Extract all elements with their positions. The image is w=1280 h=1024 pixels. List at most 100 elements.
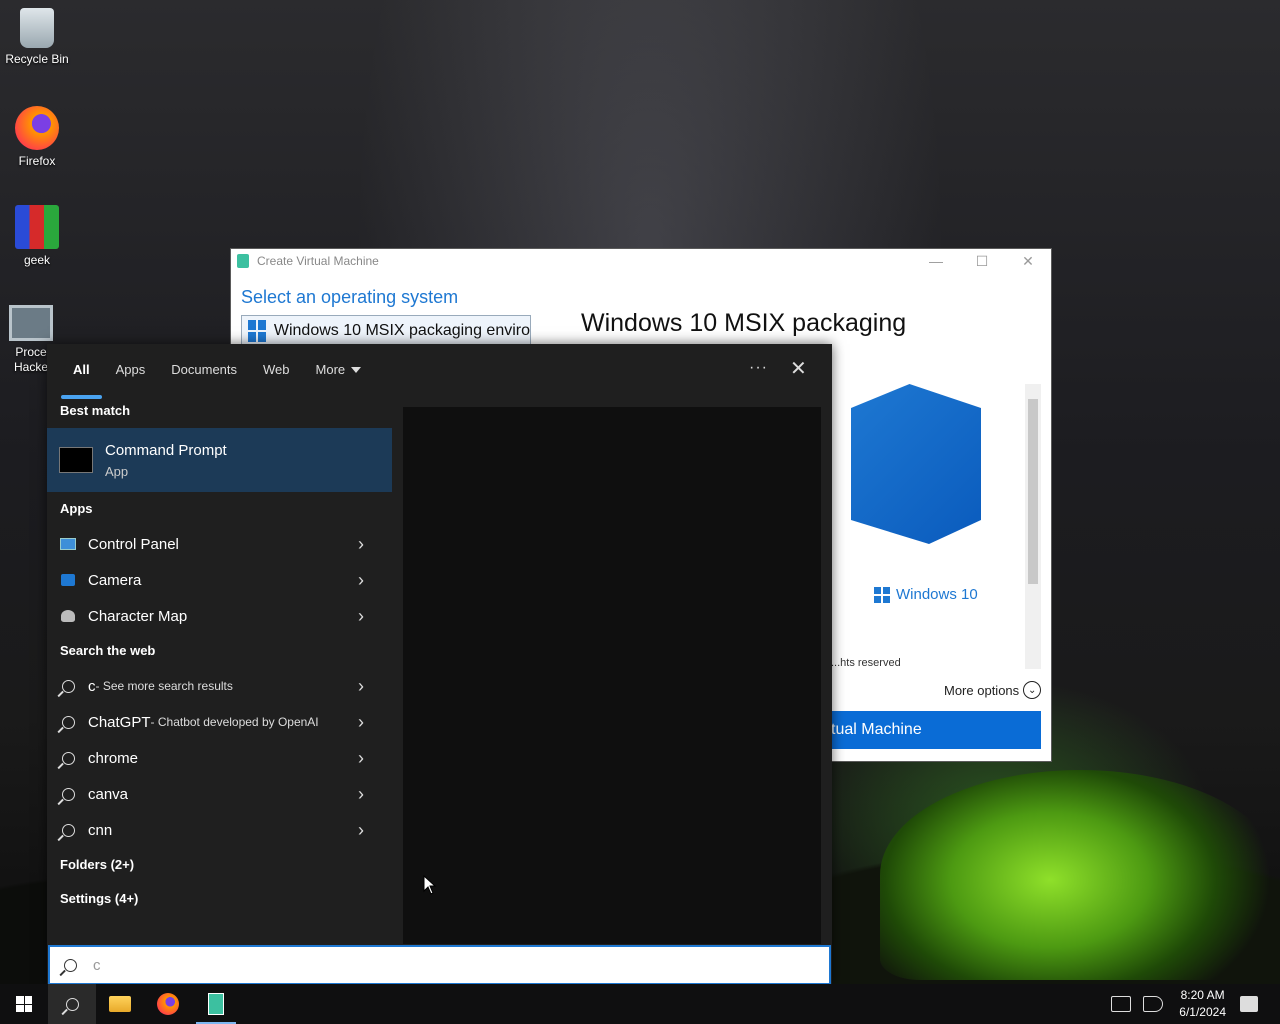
clock[interactable]: 8:20 AM 6/1/2024 (1179, 987, 1226, 1021)
tab-all[interactable]: All (61, 362, 101, 399)
hyperv-icon (237, 254, 249, 268)
control-panel-icon (60, 536, 76, 552)
folders-header[interactable]: Folders (2+) (47, 848, 392, 882)
desktop-icon-recycle-bin[interactable]: Recycle Bin (0, 8, 74, 66)
windows-logo-icon (874, 586, 890, 603)
search-tabs: All Apps Documents Web More ··· ✕ (47, 344, 832, 399)
taskbar-search-button[interactable] (48, 984, 96, 1024)
recycle-bin-icon (20, 8, 54, 48)
firefox-icon (157, 993, 179, 1015)
search-icon (60, 822, 76, 838)
search-icon (60, 714, 76, 730)
more-options-label: More options (944, 682, 1020, 698)
best-match-item[interactable]: Command Prompt App (47, 428, 392, 492)
vm-window-title: Create Virtual Machine (257, 254, 379, 268)
chevron-right-icon[interactable]: › (358, 784, 364, 805)
settings-header[interactable]: Settings (4+) (47, 882, 392, 916)
web-main: ChatGPT (88, 713, 151, 731)
web-sub: - Chatbot developed by OpenAI (150, 715, 319, 729)
windows-logo-icon (248, 320, 266, 342)
web-main: chrome (88, 749, 139, 767)
command-prompt-icon (59, 447, 93, 473)
caret-down-icon (351, 367, 362, 374)
web-item-canva[interactable]: canva › (47, 776, 392, 812)
web-item-cnn[interactable]: cnn › (47, 812, 392, 848)
search-icon (64, 958, 77, 972)
msix-box-illustration (831, 384, 1021, 584)
search-icon (65, 997, 79, 1011)
notification-icon[interactable] (1240, 996, 1258, 1012)
taskbar-file-explorer[interactable] (96, 984, 144, 1024)
os-list-item[interactable]: Windows 10 MSIX packaging enviro (241, 315, 531, 347)
chevron-right-icon[interactable]: › (358, 534, 364, 555)
search-icon (60, 750, 76, 766)
start-search-panel: All Apps Documents Web More ··· ✕ Best m… (47, 344, 832, 985)
chevron-right-icon[interactable]: › (358, 676, 364, 697)
taskbar-hyperv[interactable] (192, 984, 240, 1024)
desktop-icon-label: Recycle Bin (5, 52, 69, 66)
desktop-icon-firefox[interactable]: Firefox (0, 106, 74, 168)
more-options-icon[interactable]: ··· (749, 359, 768, 377)
select-os-heading: Select an operating system (241, 287, 459, 307)
best-match-title: Command Prompt (105, 441, 227, 459)
web-sub: - See more search results (95, 679, 233, 693)
network-icon[interactable] (1111, 996, 1132, 1012)
tab-web[interactable]: Web (263, 362, 290, 377)
tab-apps[interactable]: Apps (116, 362, 146, 377)
rights-text: ...hts reserved (831, 657, 901, 669)
search-icon (60, 678, 76, 694)
create-vm-button-label: tual Machine (831, 721, 922, 738)
app-label: Character Map (88, 607, 188, 625)
desktop-icon-geek[interactable]: geek (0, 205, 74, 267)
desktop-icon-label: geek (23, 253, 51, 267)
windows10-logo: Windows 10 (874, 586, 978, 603)
windows-start-icon (16, 996, 32, 1012)
app-item-character-map[interactable]: Character Map › (47, 598, 392, 634)
best-match-subtitle: App (105, 463, 129, 479)
chevron-right-icon[interactable]: › (358, 748, 364, 769)
search-input[interactable] (91, 955, 745, 975)
web-item-chatgpt[interactable]: ChatGPT - Chatbot developed by OpenAI › (47, 704, 392, 740)
hyperv-icon (208, 993, 224, 1015)
taskbar: 8:20 AM 6/1/2024 (0, 984, 1280, 1024)
system-tray: 8:20 AM 6/1/2024 (1105, 984, 1280, 1024)
tab-more[interactable]: More (316, 362, 362, 377)
taskbar-firefox[interactable] (144, 984, 192, 1024)
app-label: Camera (88, 571, 142, 589)
preview-pane (403, 407, 821, 944)
best-match-header: Best match (60, 403, 131, 418)
folder-icon (109, 996, 131, 1012)
search-icon (60, 786, 76, 802)
app-item-control-panel[interactable]: Control Panel › (47, 526, 392, 562)
scrollbar-thumb[interactable] (1028, 399, 1038, 584)
web-main: canva (88, 785, 129, 803)
close-icon[interactable]: ✕ (790, 356, 807, 381)
start-button[interactable] (0, 984, 48, 1024)
minimize-button[interactable]: — (913, 249, 959, 273)
results-list: Best match Command Prompt App Apps Contr… (47, 394, 392, 916)
app-item-camera[interactable]: Camera › (47, 562, 392, 598)
os-item-label: Windows 10 MSIX packaging enviro (273, 322, 530, 339)
search-box[interactable] (48, 945, 831, 985)
chevron-right-icon[interactable]: › (358, 820, 364, 841)
more-options-button[interactable]: More options ⌄ (944, 681, 1042, 699)
chevron-right-icon[interactable]: › (358, 606, 364, 627)
vm-scrollbar[interactable] (1025, 384, 1041, 669)
os-detail-heading: Windows 10 MSIX packaging (581, 309, 907, 337)
web-main: cnn (88, 821, 113, 839)
clock-date: 6/1/2024 (1179, 1005, 1226, 1019)
chevron-right-icon[interactable]: › (358, 712, 364, 733)
process-hacker-icon (9, 305, 53, 341)
search-web-header: Search the web (60, 643, 156, 658)
web-item-c[interactable]: c - See more search results › (47, 668, 392, 704)
character-map-icon (60, 608, 76, 624)
maximize-button[interactable]: ☐ (959, 249, 1005, 273)
tab-more-label: More (315, 361, 346, 377)
firefox-icon (15, 106, 59, 150)
close-button[interactable]: ✕ (1005, 249, 1051, 273)
tab-documents[interactable]: Documents (171, 362, 237, 377)
create-vm-button[interactable]: tual Machine (829, 711, 1041, 749)
chevron-right-icon[interactable]: › (358, 570, 364, 591)
volume-muted-icon[interactable] (1143, 996, 1164, 1012)
web-item-chrome[interactable]: chrome › (47, 740, 392, 776)
